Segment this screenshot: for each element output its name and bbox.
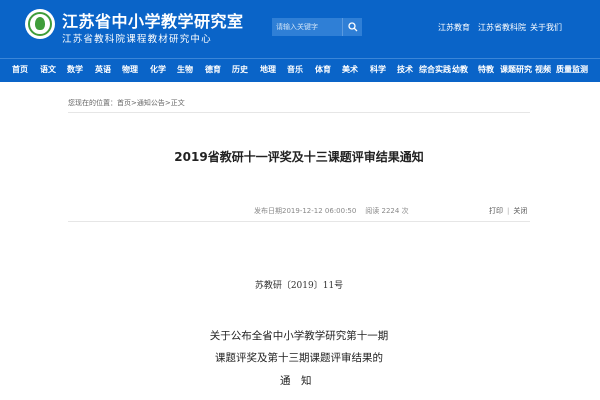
breadcrumb-prefix: 您现在的位置： bbox=[68, 99, 117, 107]
nav-item-special-education[interactable]: 特教 bbox=[478, 64, 494, 75]
site-header: 江苏省中小学教学研究室 江苏省教科院课程教材研究中心 江苏教育 江苏省教科院 关… bbox=[0, 0, 600, 58]
print-button[interactable]: 打印 bbox=[489, 207, 503, 215]
publish-label: 发布日期 bbox=[254, 207, 282, 215]
nav-item-moral-education[interactable]: 德育 bbox=[205, 64, 221, 75]
tools-separator: | bbox=[507, 207, 510, 215]
site-title[interactable]: 江苏省中小学教学研究室 bbox=[62, 8, 244, 32]
nav-item-history[interactable]: 历史 bbox=[232, 64, 248, 75]
nav-item-physics[interactable]: 物理 bbox=[122, 64, 138, 75]
breadcrumb: 您现在的位置：首页>通知公告>正文 bbox=[68, 98, 185, 108]
nav-item-technology[interactable]: 技术 bbox=[397, 64, 413, 75]
document-heading-line-1: 关于公布全省中小学教学研究第十一期 bbox=[209, 330, 389, 342]
nav-item-math[interactable]: 数学 bbox=[67, 64, 83, 75]
search-button[interactable] bbox=[342, 18, 362, 36]
nav-item-preschool[interactable]: 幼教 bbox=[452, 64, 468, 75]
main-nav: 首页 语文 数学 英语 物理 化学 生物 德育 历史 地理 音乐 体育 美术 科… bbox=[0, 58, 600, 82]
link-jiangsu-academy[interactable]: 江苏省教科院 bbox=[478, 22, 526, 33]
nav-item-biology[interactable]: 生物 bbox=[177, 64, 193, 75]
nav-item-research-projects[interactable]: 课题研究 bbox=[500, 64, 532, 75]
close-button[interactable]: 关闭 bbox=[513, 207, 527, 215]
nav-item-music[interactable]: 音乐 bbox=[287, 64, 303, 75]
link-jiangsu-education[interactable]: 江苏教育 bbox=[438, 22, 470, 33]
document-heading-line-2: 课题评奖及第十三期课题评审结果的 bbox=[215, 352, 383, 364]
article-title: 2019省教研十一评奖及十三课题评审结果通知 bbox=[174, 150, 424, 164]
nav-item-home[interactable]: 首页 bbox=[12, 64, 28, 75]
nav-item-geography[interactable]: 地理 bbox=[260, 64, 276, 75]
search-input[interactable] bbox=[272, 18, 342, 36]
site-subtitle: 江苏省教科院课程教材研究中心 bbox=[62, 34, 212, 45]
breadcrumb-current: 正文 bbox=[170, 99, 185, 107]
breadcrumb-notices[interactable]: 通知公告 bbox=[137, 99, 165, 107]
logo-leaf-icon bbox=[35, 17, 45, 30]
views-count: 2224 bbox=[381, 207, 400, 215]
search-icon bbox=[348, 22, 358, 32]
nav-item-quality-monitoring[interactable]: 质量监测 bbox=[556, 64, 588, 75]
views-label: 阅读 bbox=[365, 207, 380, 215]
nav-item-chinese[interactable]: 语文 bbox=[40, 64, 56, 75]
divider bbox=[68, 221, 530, 222]
nav-item-comprehensive-practice[interactable]: 综合实践 bbox=[419, 64, 451, 75]
article-tools: 打印 | 关闭 bbox=[489, 206, 527, 216]
publish-date: 2019-12-12 06:00:50 bbox=[282, 207, 357, 215]
views-unit: 次 bbox=[401, 207, 409, 215]
divider bbox=[68, 112, 530, 113]
nav-item-chemistry[interactable]: 化学 bbox=[150, 64, 166, 75]
nav-item-art[interactable]: 美术 bbox=[342, 64, 358, 75]
nav-item-english[interactable]: 英语 bbox=[95, 64, 111, 75]
breadcrumb-home[interactable]: 首页 bbox=[117, 99, 131, 107]
nav-item-science[interactable]: 科学 bbox=[370, 64, 386, 75]
document-heading-line-3: 通 知 bbox=[280, 375, 312, 387]
document-number: 苏教研〔2019〕11号 bbox=[254, 281, 344, 291]
article-meta: 发布日期2019-12-12 06:00:50 阅读 2224 次 bbox=[254, 206, 409, 216]
link-about-us[interactable]: 关于我们 bbox=[530, 22, 562, 33]
nav-item-pe[interactable]: 体育 bbox=[315, 64, 331, 75]
site-logo[interactable] bbox=[25, 9, 55, 39]
nav-item-video[interactable]: 视频 bbox=[535, 64, 551, 75]
